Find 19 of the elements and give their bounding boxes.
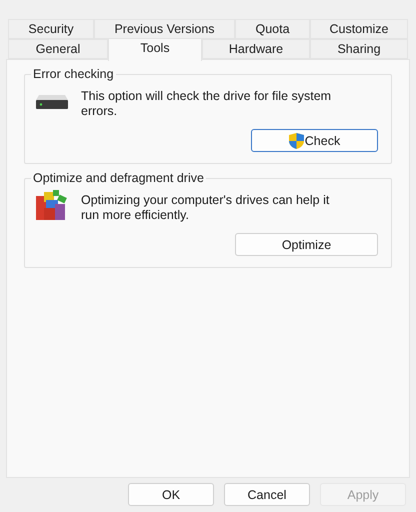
optimize-button[interactable]: Optimize: [235, 233, 378, 256]
description-text: Optimizing your computer's drives can help it run more efficiently.: [81, 193, 330, 222]
tab[interactable]: Sharing: [310, 39, 408, 59]
tab[interactable]: Customize: [310, 19, 408, 39]
tab[interactable]: Quota: [235, 19, 310, 39]
shield-icon: [288, 132, 304, 148]
group-title: Error checking: [31, 67, 116, 81]
tab[interactable]: Hardware: [202, 39, 310, 59]
description-text: This option will check the drive for file system errors.: [81, 89, 332, 118]
tab[interactable]: Security: [8, 19, 94, 39]
dialog-button[interactable]: OK: [128, 483, 214, 506]
dialog-button[interactable]: Cancel: [224, 483, 310, 506]
hard-drive-icon: [36, 95, 68, 109]
tab[interactable]: Tools: [108, 38, 202, 61]
tab[interactable]: Previous Versions: [94, 19, 235, 39]
tab[interactable]: General: [8, 39, 108, 59]
group-title: Optimize and defragment drive: [31, 171, 206, 185]
defragment-icon: [36, 190, 68, 222]
check-button[interactable]: Check: [251, 129, 378, 152]
